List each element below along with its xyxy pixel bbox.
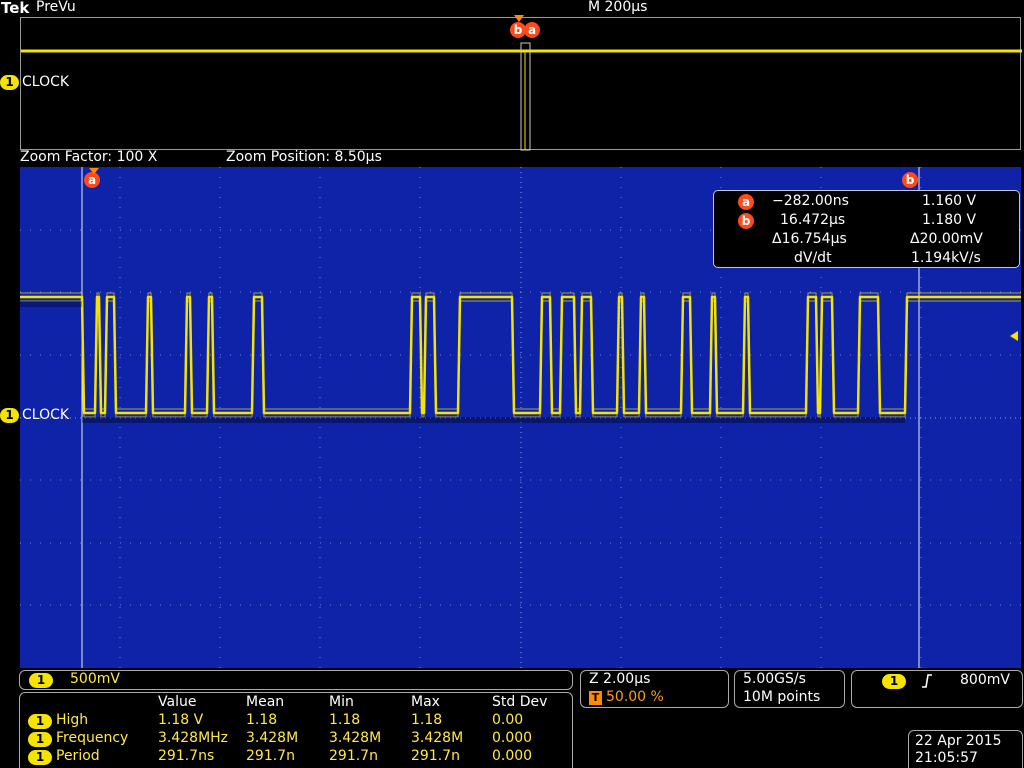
cursor-b-time: 16.472µs (780, 212, 846, 228)
meas-header-value: Value (158, 694, 197, 710)
trigger-position-readout: 50.00 % (606, 689, 664, 705)
meas-high-min: 1.18 (329, 712, 361, 728)
meas-row-period-name[interactable]: Period (56, 748, 100, 764)
rising-edge-icon (922, 674, 932, 688)
meas-period-value: 291.7ns (158, 748, 215, 764)
meas-row-frequency-name[interactable]: Frequency (56, 730, 128, 746)
zoom-factor: Zoom Factor: 100 X (20, 149, 158, 165)
meas-frequency-max: 3.428M (411, 730, 464, 746)
waveform-low-shadow (82, 417, 905, 423)
cursor-dvdt-label: dV/dt (794, 250, 832, 266)
meas-high-max: 1.18 (411, 712, 443, 728)
date-readout: 22 Apr 2015 (915, 733, 1002, 749)
trigger-source-badge: 1 (882, 674, 906, 689)
timebase-readout[interactable]: M 200µs (588, 0, 647, 15)
overview-zoom-marker-icon (514, 15, 524, 22)
meas-period-mean: 291.7n (246, 748, 295, 764)
overview-channel-marker[interactable]: 1 CLOCK (0, 74, 69, 90)
channel-label: CLOCK (22, 74, 70, 90)
trigger-box[interactable]: 1 800mV (851, 670, 1023, 708)
sample-rate: 5.00GS/s (743, 671, 806, 687)
cursor-a-top-badge[interactable]: a (84, 172, 100, 188)
meas-frequency-stddev: 0.000 (492, 730, 533, 746)
trigger-position-icon: T (589, 691, 602, 705)
meas-row-period-badge: 1 (28, 750, 52, 765)
trigger-level: 800mV (960, 672, 1010, 688)
cursor-b-volt: 1.180 V (922, 212, 977, 228)
datetime-box: 22 Apr 2015 21:05:57 (908, 730, 1023, 768)
meas-header-stddev: Std Dev (492, 694, 548, 710)
cursor-a-volt: 1.160 V (922, 193, 977, 209)
channel-1-badge: 1 (0, 75, 19, 90)
zoom-channel-marker[interactable]: 1 CLOCK (0, 407, 69, 423)
meas-header-max: Max (411, 694, 440, 710)
trigger-level-arrow-icon (1010, 331, 1018, 341)
zoom-trigger-marker-icon (89, 168, 99, 174)
horizontal-box[interactable]: Z 2.00µs T 50.00 % (580, 670, 729, 708)
acquisition-box[interactable]: 5.00GS/s 10M points (734, 670, 845, 708)
cursor-a-icon: a (84, 172, 100, 188)
waveform-persistence-lower (20, 300, 1021, 418)
meas-header-min: Min (329, 694, 354, 710)
meas-high-mean: 1.18 (246, 712, 278, 728)
record-length: 10M points (743, 689, 821, 705)
zoom-scale-readout: Z 2.00µs (589, 671, 651, 687)
waveform-high-shadow (20, 301, 82, 307)
zoom-channel-1-badge: 1 (0, 408, 19, 423)
time-readout: 21:05:57 (915, 750, 978, 766)
meas-high-stddev: 0.00 (492, 712, 524, 728)
cursor-a-badge: a (524, 22, 540, 38)
meas-frequency-min: 3.428M (329, 730, 382, 746)
readout-b-icon: b (738, 213, 754, 229)
meas-period-max: 291.7n (411, 748, 460, 764)
meas-period-stddev: 0.000 (492, 748, 533, 764)
meas-frequency-value: 3.428MHz (158, 730, 229, 746)
zoom-position: Zoom Position: 8.50µs (226, 149, 382, 165)
meas-header-mean: Mean (246, 694, 285, 710)
cursor-a-time: −282.00ns (772, 193, 849, 209)
meas-row-frequency-badge: 1 (28, 732, 52, 747)
channel-scale-value: 500mV (70, 671, 120, 687)
waveform-persistence-upper (20, 292, 1021, 410)
cursor-dvdt-value: 1.194kV/s (911, 250, 981, 266)
cursor-delta-time: Δ16.754µs (772, 231, 847, 247)
overview-cursor-badges: ba (510, 22, 540, 38)
cursor-delta-volt: Δ20.00mV (910, 231, 983, 247)
cursor-b-top-badge[interactable]: b (902, 172, 918, 188)
zoom-channel-label: CLOCK (22, 407, 70, 423)
channel-scale-box[interactable]: 1 500mV (19, 670, 573, 690)
cursor-b-icon: b (902, 172, 918, 188)
mode-label: PreVu (36, 0, 76, 15)
cursor-readout: a −282.00ns 1.160 V b 16.472µs 1.180 V Δ… (713, 190, 1020, 268)
channel-scale-badge: 1 (29, 673, 53, 688)
meas-high-value: 1.18 V (158, 712, 204, 728)
meas-row-high-badge: 1 (28, 714, 52, 729)
meas-period-min: 291.7n (329, 748, 378, 764)
brand-logo: Tek (1, 0, 30, 17)
readout-a-icon: a (738, 194, 754, 210)
meas-row-high-name[interactable]: High (56, 712, 88, 728)
measurements-table[interactable]: Value Mean Min Max Std Dev 1 High 1.18 V… (19, 692, 573, 768)
meas-frequency-mean: 3.428M (246, 730, 299, 746)
